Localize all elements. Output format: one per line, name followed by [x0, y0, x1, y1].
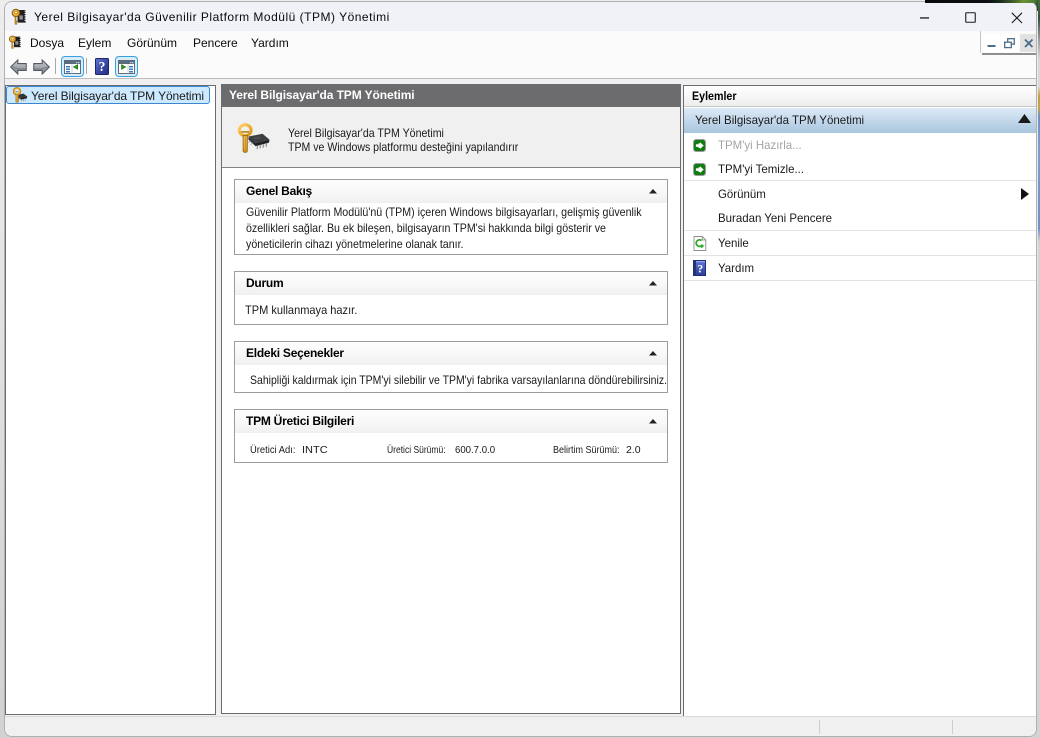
svg-text:?: ?: [697, 261, 703, 275]
svg-text:?: ?: [99, 59, 106, 74]
